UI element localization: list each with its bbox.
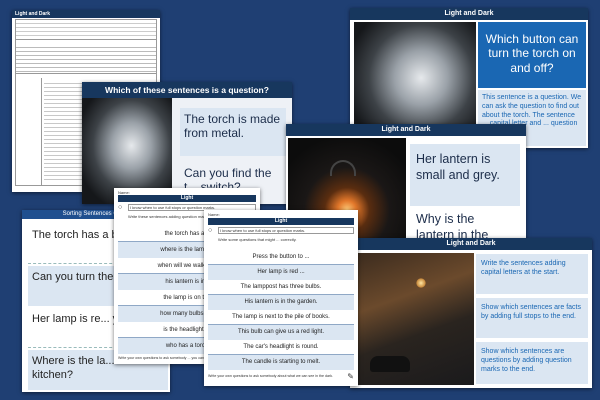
- table-row: Her lamp is red ...: [208, 265, 354, 280]
- table-row: The candle is starting to melt.: [208, 355, 354, 370]
- slide-street-box-2: Show which sentences are facts by adding…: [476, 298, 588, 338]
- street-car: [370, 356, 410, 372]
- slide-button-question: Which button can turn the torch on and o…: [478, 22, 586, 88]
- table-row: The lamp is next to the pile of books.: [208, 310, 354, 325]
- bulb-icon: ○: [118, 204, 123, 211]
- bulb-icon: ○: [208, 227, 213, 234]
- table-row: Press the button to ...: [208, 250, 354, 265]
- slide-street[interactable]: Light and Dark Write the sentences addin…: [350, 238, 592, 388]
- slide-button-header: Light and Dark: [350, 8, 588, 20]
- slide-question[interactable]: Which of these sentences is a question? …: [82, 82, 292, 204]
- worksheet2-title: Light: [208, 218, 354, 225]
- table-row: This bulb can give us a red light.: [208, 325, 354, 340]
- pencil-icon: ✎: [347, 372, 354, 381]
- slide-street-header: Light and Dark: [350, 238, 592, 250]
- worksheet2-name-label: Name:: [208, 212, 220, 217]
- lesson-plan-title: Light and Dark: [12, 10, 160, 18]
- worksheet-facts[interactable]: Name: Light ○ I know when to use full st…: [204, 210, 358, 386]
- worksheet2-footer: Write your own questions to ask somebody…: [208, 374, 333, 378]
- slide-lantern-sentence-1: Her lantern is small and grey.: [410, 144, 520, 206]
- slide-street-box-3: Show which sentences are questions by ad…: [476, 342, 588, 384]
- slide-question-sentence-1: The torch is made from metal.: [180, 108, 286, 156]
- slide-lantern-header: Light and Dark: [286, 124, 526, 136]
- slide-street-box-1: Write the sentences adding capital lette…: [476, 254, 588, 294]
- slide-question-header: Which of these sentences is a question?: [82, 82, 292, 98]
- table-row: The lamppost has three bulbs.: [208, 280, 354, 295]
- table-row: The car's headlight is round.: [208, 340, 354, 355]
- street-lamp-glow: [416, 278, 426, 288]
- worksheet1-title: Light: [118, 195, 256, 202]
- worksheet2-task-1: I know when to use full stops or questio…: [218, 227, 354, 234]
- table-row: His lantern is in the garden.: [208, 295, 354, 310]
- worksheet2-task-2: Write some questions that might ... corr…: [218, 237, 297, 242]
